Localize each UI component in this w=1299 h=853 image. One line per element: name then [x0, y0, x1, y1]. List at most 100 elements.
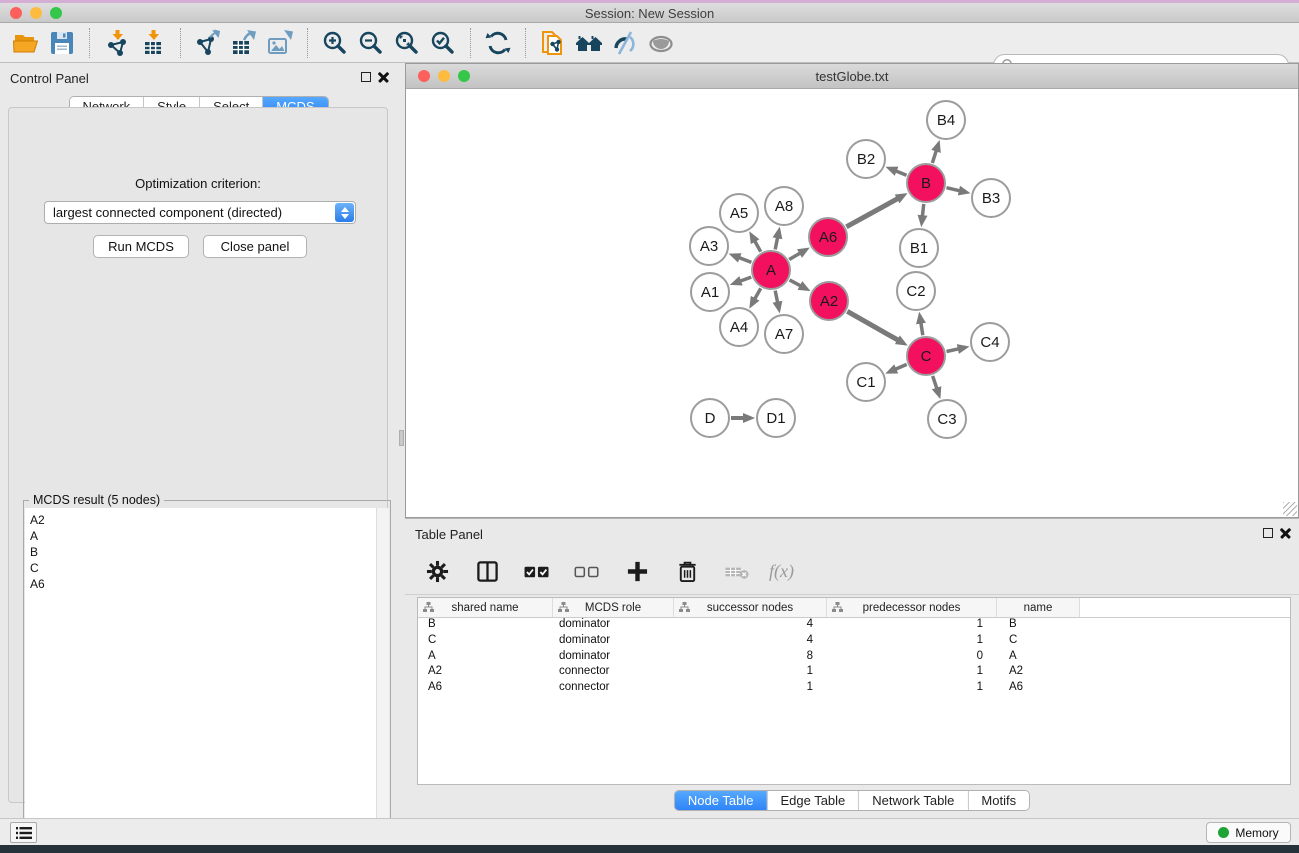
gear-icon[interactable] [421, 556, 453, 588]
result-item[interactable]: C [30, 560, 376, 576]
task-history-button[interactable] [10, 822, 37, 843]
zoom-selected-icon[interactable] [427, 27, 459, 59]
graph-edge-A-A5[interactable] [755, 241, 761, 252]
result-item[interactable]: A2 [30, 512, 376, 528]
result-item[interactable]: B [30, 544, 376, 560]
table-cell: dominator [553, 618, 674, 634]
graph-edge-A-A3[interactable] [739, 258, 752, 263]
graph-node-A[interactable]: A [752, 251, 790, 289]
graph-edge-A2-C[interactable] [847, 311, 898, 340]
split-column-icon[interactable] [471, 556, 503, 588]
table-row[interactable]: Adominator80A [418, 650, 1290, 666]
graph-node-A4[interactable]: A4 [720, 308, 758, 346]
graph-edge-C-C1[interactable] [895, 364, 906, 369]
graph-node-C4[interactable]: C4 [971, 323, 1009, 361]
graph-edge-A6-B[interactable] [846, 198, 898, 226]
graph-edge-A-A2[interactable] [790, 280, 801, 286]
column-header-successor-nodes[interactable]: successor nodes [674, 598, 827, 617]
float-panel-icon[interactable] [361, 72, 371, 82]
graph-node-D[interactable]: D [691, 399, 729, 437]
tab-node-table[interactable]: Node Table [675, 791, 767, 810]
node-table[interactable]: shared nameMCDS rolesuccessor nodesprede… [417, 597, 1291, 785]
memory-button[interactable]: Memory [1206, 822, 1291, 843]
graph-edge-C-C4[interactable] [947, 349, 959, 352]
graph-edge-B-B3[interactable] [946, 188, 959, 191]
network-canvas[interactable]: A A1 A3 A4 A5 A7 A8A6 A2 B B1 B2 B3 B4 C C1 C2 C3 C4 D D1 [406, 89, 1298, 517]
delete-table-icon[interactable] [721, 556, 753, 588]
column-header-shared-name[interactable]: shared name [418, 598, 553, 617]
column-header-MCDS-role[interactable]: MCDS role [553, 598, 674, 617]
table-row[interactable]: A6connector11A6 [418, 681, 1290, 697]
graph-edge-C-C3[interactable] [933, 376, 937, 389]
graph-node-C2[interactable]: C2 [897, 272, 935, 310]
refresh-icon[interactable] [482, 27, 514, 59]
graph-node-B1[interactable]: B1 [900, 229, 938, 267]
open-session-icon[interactable] [10, 27, 42, 59]
resize-grip-icon[interactable] [1283, 502, 1297, 516]
graph-edge-C-C2[interactable] [921, 323, 923, 336]
delete-icon[interactable] [671, 556, 703, 588]
close-panel-icon[interactable] [378, 72, 389, 83]
graph-edge-A-A6[interactable] [789, 253, 800, 259]
float-table-panel-icon[interactable] [1263, 528, 1273, 538]
network-from-file-icon[interactable] [537, 27, 569, 59]
import-network-icon[interactable] [101, 27, 133, 59]
unchecked-boxes-icon[interactable] [571, 556, 603, 588]
export-image-icon[interactable] [264, 27, 296, 59]
tab-motifs[interactable]: Motifs [967, 791, 1029, 810]
graph-node-A1[interactable]: A1 [691, 273, 729, 311]
checked-boxes-icon[interactable] [521, 556, 553, 588]
graph-edge-A-A7[interactable] [775, 291, 777, 303]
table-row[interactable]: A2connector11A2 [418, 665, 1290, 681]
graph-node-B3[interactable]: B3 [972, 179, 1010, 217]
export-table-icon[interactable] [228, 27, 260, 59]
graph-node-A7[interactable]: A7 [765, 315, 803, 353]
result-scrollbar[interactable] [377, 508, 389, 843]
graph-node-C3[interactable]: C3 [928, 400, 966, 438]
graph-edge-B-B1[interactable] [922, 204, 923, 216]
result-item[interactable]: A6 [30, 576, 376, 592]
run-mcds-button[interactable]: Run MCDS [93, 235, 189, 258]
network-window-titlebar[interactable]: testGlobe.txt [406, 64, 1298, 89]
result-item[interactable]: A [30, 528, 376, 544]
graph-node-A6[interactable]: A6 [809, 218, 847, 256]
mcds-result-group: MCDS result (5 nodes) A2ABCA6 [23, 500, 391, 845]
graph-node-C[interactable]: C [907, 337, 945, 375]
graph-edge-B-B4[interactable] [932, 150, 936, 162]
export-network-icon[interactable] [192, 27, 224, 59]
tab-edge-table[interactable]: Edge Table [766, 791, 858, 810]
first-neighbors-icon[interactable] [573, 27, 605, 59]
graph-node-B2[interactable]: B2 [847, 140, 885, 178]
close-table-panel-icon[interactable] [1280, 528, 1291, 539]
hide-selected-icon[interactable] [609, 27, 641, 59]
function-builder-icon[interactable]: f(x) [769, 561, 794, 582]
graph-edge-A-A8[interactable] [775, 237, 777, 249]
graph-node-C1[interactable]: C1 [847, 363, 885, 401]
table-row[interactable]: Cdominator41C [418, 634, 1290, 650]
graph-node-B4[interactable]: B4 [927, 101, 965, 139]
add-column-icon[interactable] [621, 556, 653, 588]
criterion-select[interactable]: largest connected component (directed) [44, 201, 356, 224]
import-table-icon[interactable] [137, 27, 169, 59]
graph-edge-A-A1[interactable] [740, 277, 751, 281]
mcds-result-list[interactable]: A2ABCA6 [25, 508, 377, 843]
graph-edge-B-B2[interactable] [896, 171, 907, 175]
zoom-in-icon[interactable] [319, 27, 351, 59]
graph-node-A8[interactable]: A8 [765, 187, 803, 225]
graph-node-B[interactable]: B [907, 164, 945, 202]
save-session-icon[interactable] [46, 27, 78, 59]
column-header-predecessor-nodes[interactable]: predecessor nodes [827, 598, 997, 617]
split-divider-handle[interactable] [399, 430, 404, 446]
zoom-fit-icon[interactable] [391, 27, 423, 59]
tab-network-table[interactable]: Network Table [858, 791, 967, 810]
zoom-out-icon[interactable] [355, 27, 387, 59]
close-panel-button[interactable]: Close panel [203, 235, 307, 258]
graph-node-D1[interactable]: D1 [757, 399, 795, 437]
graph-node-A2[interactable]: A2 [810, 282, 848, 320]
graph-node-A5[interactable]: A5 [720, 194, 758, 232]
table-row[interactable]: Bdominator41B [418, 618, 1290, 634]
graph-edge-A-A4[interactable] [755, 288, 761, 299]
column-header-name[interactable]: name [997, 598, 1080, 617]
show-graphics-details-icon[interactable] [645, 27, 677, 59]
graph-node-A3[interactable]: A3 [690, 227, 728, 265]
